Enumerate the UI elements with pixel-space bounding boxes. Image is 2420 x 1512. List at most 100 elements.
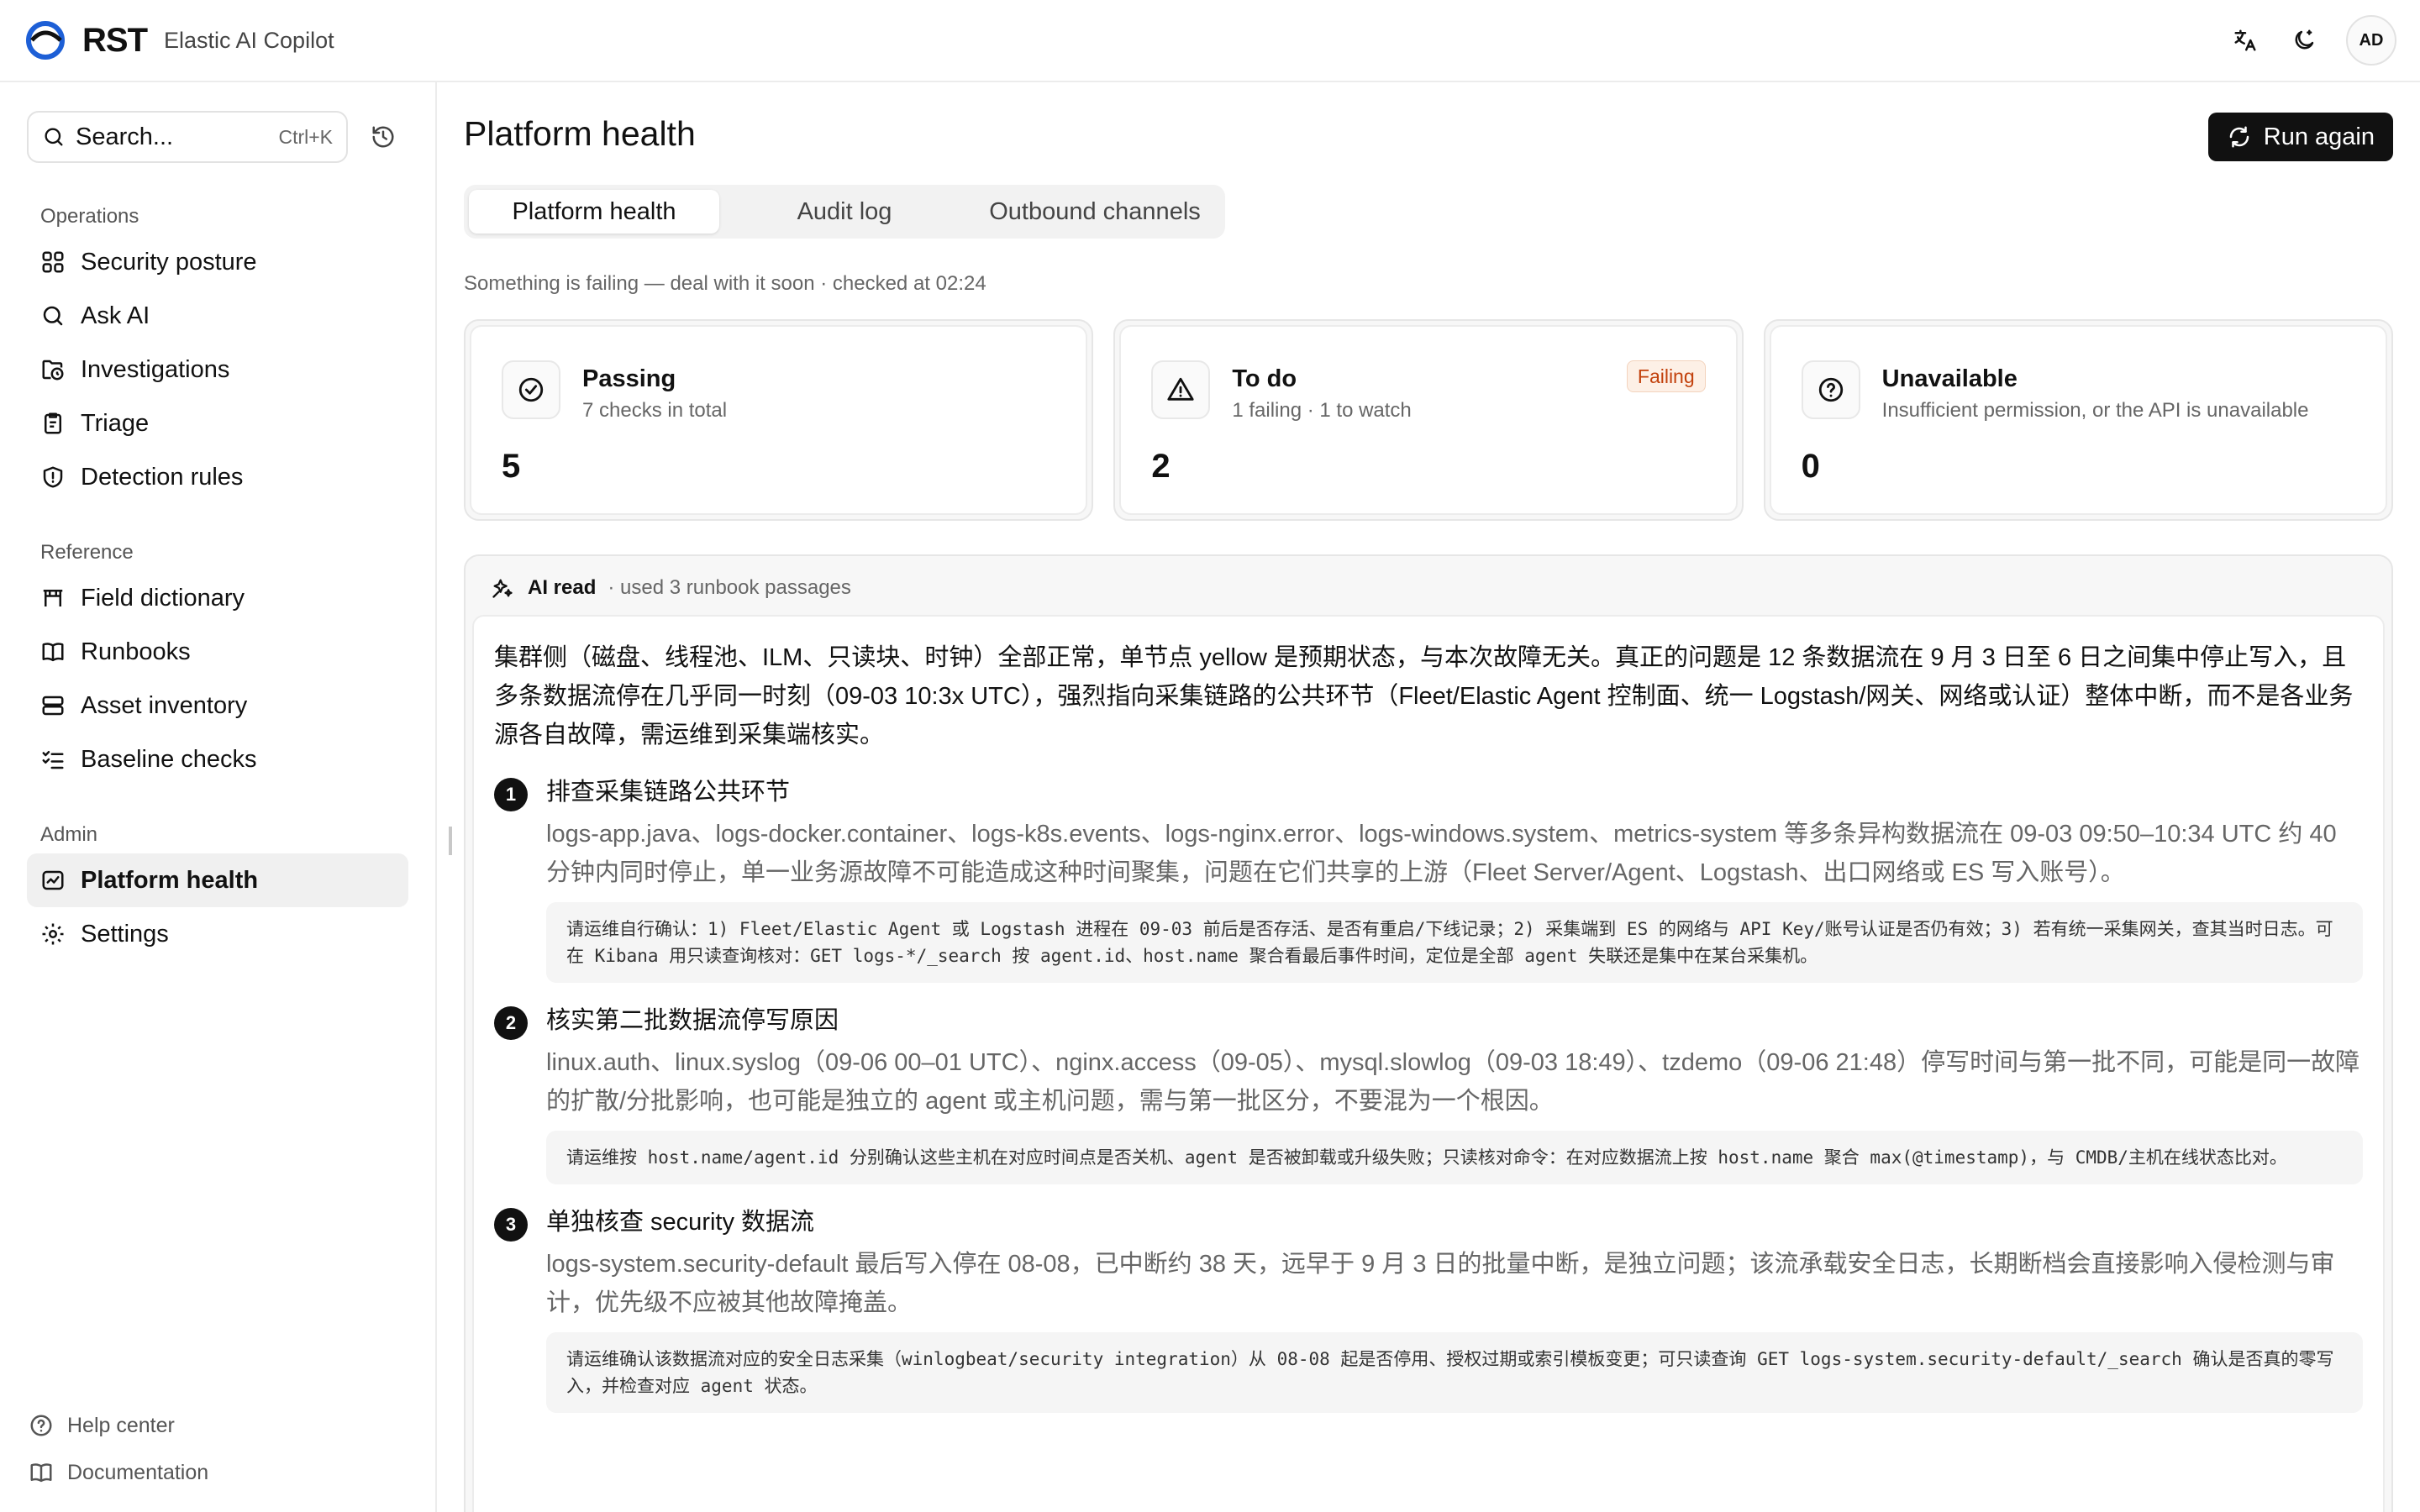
check-circle-icon xyxy=(518,377,544,402)
card-title: Passing xyxy=(582,365,676,392)
step-command: 请运维按 host.name/agent.id 分别确认这些主机在对应时间点是否… xyxy=(546,1131,2363,1184)
step-command: 请运维自行确认：1) Fleet/Elastic Agent 或 Logstas… xyxy=(546,902,2363,983)
ai-read-header: AI read · used 3 runbook passages xyxy=(491,571,851,605)
section-label-admin: Admin xyxy=(40,823,98,846)
documentation-label: Documentation xyxy=(67,1460,209,1484)
brand[interactable]: RST Elastic AI Copilot xyxy=(24,18,334,62)
help-icon xyxy=(30,1415,52,1436)
search-shortcut: Ctrl+K xyxy=(278,125,333,148)
sidebar-item-detection-rules[interactable]: Detection rules xyxy=(27,450,408,504)
sidebar-item-asset-inventory[interactable]: Asset inventory xyxy=(27,679,408,732)
card-title: Unavailable xyxy=(1881,365,2018,392)
card-subtitle: 1 failing · 1 to watch xyxy=(1232,399,1412,422)
card-unavailable: Unavailable Insufficient permission, or … xyxy=(1763,319,2393,521)
translate-button[interactable] xyxy=(2228,24,2262,57)
card-to-do-icon-wrap xyxy=(1151,360,1211,419)
section-label-operations: Operations xyxy=(40,205,139,228)
sidebar-resize-handle[interactable] xyxy=(449,827,452,855)
step-number: 1 xyxy=(494,778,528,811)
theme-toggle-button[interactable] xyxy=(2287,24,2321,57)
card-to-do: To do 1 failing · 1 to watch 2 Failing xyxy=(1113,319,1744,521)
card-passing-body: Passing 7 checks in total 5 xyxy=(470,325,1088,515)
sidebar-item-field-dictionary[interactable]: Field dictionary xyxy=(27,571,408,625)
sidebar-item-label: Field dictionary xyxy=(81,584,245,612)
list-checks-icon xyxy=(42,751,64,769)
tab-bar: Platform health Audit log Outbound chann… xyxy=(464,185,1225,239)
step-description: logs-system.security-default 最后写入停在 08-0… xyxy=(546,1251,2335,1316)
grid-icon xyxy=(42,251,64,273)
search-row: Ctrl+K xyxy=(27,111,408,163)
sidebar-item-investigations[interactable]: Investigations xyxy=(27,343,408,396)
sidebar-item-ask-ai[interactable]: Ask AI xyxy=(27,289,408,343)
help-center-label: Help center xyxy=(67,1413,175,1437)
book-open-icon xyxy=(30,1463,52,1483)
sidebar-item-label: Triage xyxy=(81,409,150,437)
card-subtitle: 7 checks in total xyxy=(582,399,728,422)
ai-read-subtitle: · used 3 runbook passages xyxy=(608,576,851,599)
sidebar-item-label: Security posture xyxy=(81,248,257,276)
card-value: 2 xyxy=(1151,448,1171,485)
clipboard-icon xyxy=(45,412,61,434)
top-actions: AD xyxy=(2228,15,2396,66)
documentation-link[interactable]: Documentation xyxy=(27,1460,208,1485)
nav-group-operations: Security posture Ask AI Investigations T… xyxy=(27,235,408,504)
recommendation-step: 3 单独核查 security 数据流 logs-system.security… xyxy=(494,1203,2363,1413)
card-unavailable-icon-wrap xyxy=(1801,360,1860,419)
status-badge: Failing xyxy=(1626,360,1706,392)
card-passing: Passing 7 checks in total 5 xyxy=(464,319,1094,521)
recommendation-step: 2 核实第二批数据流停写原因 linux.auth、linux.syslog（0… xyxy=(494,1001,2363,1184)
sidebar-item-label: Ask AI xyxy=(81,302,150,329)
sidebar-item-label: Investigations xyxy=(81,355,230,383)
folder-clock-icon xyxy=(42,360,64,381)
sidebar-item-baseline-checks[interactable]: Baseline checks xyxy=(27,732,408,786)
history-button[interactable] xyxy=(366,120,400,154)
card-value: 0 xyxy=(1801,448,1820,485)
sidebar-item-security-posture[interactable]: Security posture xyxy=(27,235,408,289)
page-title: Platform health xyxy=(464,114,696,153)
status-line: Something is failing — deal with it soon… xyxy=(464,272,986,295)
help-circle-icon xyxy=(1818,377,1843,402)
step-title: 单独核查 security 数据流 xyxy=(546,1209,815,1236)
search-icon xyxy=(43,306,63,326)
sidebar-item-settings[interactable]: Settings xyxy=(27,907,408,961)
recommendation-step: 1 排查采集链路公共环节 logs-app.java、logs-docker.c… xyxy=(494,773,2363,983)
translate-icon xyxy=(2234,29,2256,51)
step-number: 3 xyxy=(494,1208,528,1242)
search-input[interactable] xyxy=(76,123,260,151)
sidebar-item-label: Detection rules xyxy=(81,463,244,491)
tab-outbound-channels[interactable]: Outbound channels xyxy=(970,190,1220,234)
step-command: 请运维确认该数据流对应的安全日志采集（winlogbeat/security i… xyxy=(546,1332,2363,1413)
step-description: logs-app.java、logs-docker.container、logs… xyxy=(546,821,2337,886)
history-icon xyxy=(372,126,394,148)
ai-read-body: 集群侧（磁盘、线程池、ILM、只读块、时钟）全部正常，单节点 yellow 是预… xyxy=(472,615,2385,1512)
sidebar-item-runbooks[interactable]: Runbooks xyxy=(27,625,408,679)
ai-summary: 集群侧（磁盘、线程池、ILM、只读块、时钟）全部正常，单节点 yellow 是预… xyxy=(494,644,2354,748)
card-passing-icon-wrap xyxy=(502,360,560,419)
activity-icon xyxy=(42,870,64,890)
run-again-label: Run again xyxy=(2263,123,2375,150)
card-subtitle: Insufficient permission, or the API is u… xyxy=(1881,399,2309,422)
warning-triangle-icon xyxy=(1167,377,1194,401)
card-to-do-body: To do 1 failing · 1 to watch 2 Failing xyxy=(1119,325,1738,515)
tab-platform-health[interactable]: Platform health xyxy=(469,190,719,234)
logo-wordmark: RST xyxy=(82,21,148,59)
search-box[interactable]: Ctrl+K xyxy=(27,111,348,163)
refresh-icon xyxy=(2229,126,2249,148)
server-icon xyxy=(42,696,64,716)
shield-alert-icon xyxy=(43,466,63,488)
help-center-link[interactable]: Help center xyxy=(27,1413,175,1438)
sidebar-item-label: Baseline checks xyxy=(81,745,257,773)
nav-group-reference: Field dictionary Runbooks Asset inventor… xyxy=(27,571,408,786)
user-avatar[interactable]: AD xyxy=(2346,15,2396,66)
section-label-reference: Reference xyxy=(40,541,134,564)
sidebar-item-triage[interactable]: Triage xyxy=(27,396,408,450)
step-title: 排查采集链路公共环节 xyxy=(546,779,791,806)
sidebar-item-label: Settings xyxy=(81,920,169,948)
summary-cards: Passing 7 checks in total 5 To do 1 fail… xyxy=(464,319,2393,521)
step-description: linux.auth、linux.syslog（09-06 00–01 UTC）… xyxy=(546,1049,2360,1115)
sidebar-item-platform-health[interactable]: Platform health xyxy=(27,853,408,907)
table-icon xyxy=(43,590,63,606)
run-again-button[interactable]: Run again xyxy=(2207,113,2393,161)
ai-read-title: AI read xyxy=(528,576,597,599)
tab-audit-log[interactable]: Audit log xyxy=(719,190,970,234)
